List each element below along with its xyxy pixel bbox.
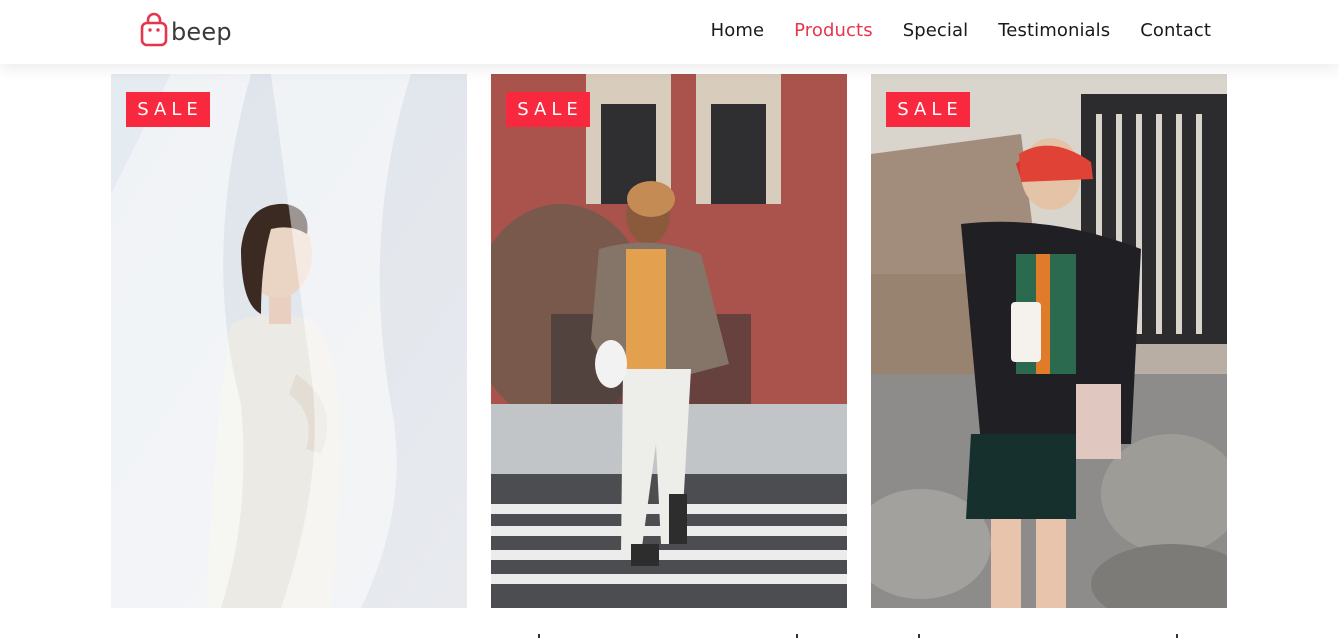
- logo-text: beep: [171, 18, 232, 46]
- product-card[interactable]: SALE: [871, 74, 1227, 608]
- cropped-text-fragment: [918, 634, 920, 638]
- nav-home[interactable]: Home: [711, 20, 765, 41]
- product-card[interactable]: SALE: [491, 74, 847, 608]
- nav-contact[interactable]: Contact: [1140, 20, 1211, 41]
- site-header: beep Home Products Special Testimonials …: [0, 0, 1339, 64]
- product-image: [111, 74, 467, 608]
- nav-special[interactable]: Special: [903, 20, 969, 41]
- sale-badge: SALE: [126, 92, 210, 127]
- cropped-text-fragment: [538, 634, 540, 638]
- cropped-text-fragment: [1176, 634, 1178, 638]
- cropped-text-fragment: [796, 634, 798, 638]
- sale-badge: SALE: [886, 92, 970, 127]
- shopping-bag-icon: [140, 12, 168, 47]
- product-image: [871, 74, 1227, 608]
- sale-badge: SALE: [506, 92, 590, 127]
- nav-testimonials[interactable]: Testimonials: [998, 20, 1110, 41]
- nav-products[interactable]: Products: [794, 20, 873, 41]
- logo[interactable]: beep: [140, 11, 232, 49]
- product-image: [491, 74, 847, 608]
- main-nav: Home Products Special Testimonials Conta…: [711, 20, 1211, 41]
- product-card[interactable]: SALE: [111, 74, 467, 608]
